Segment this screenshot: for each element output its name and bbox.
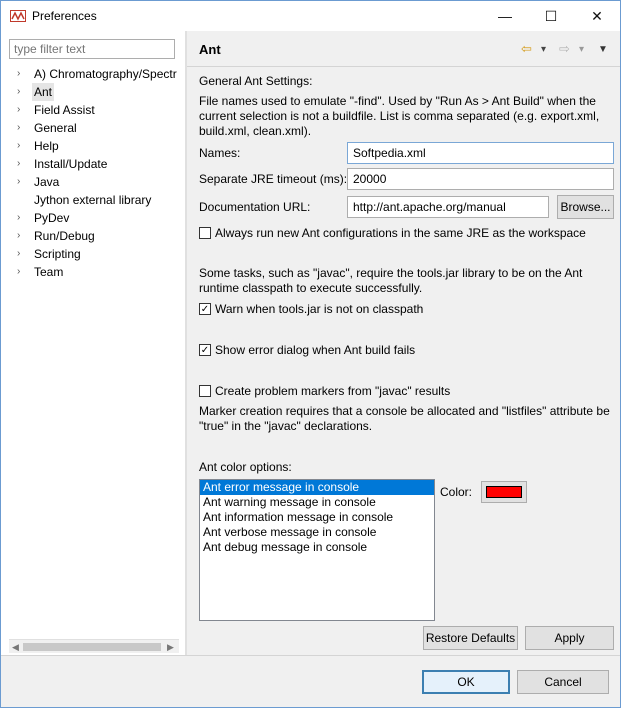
- footer-separator: [1, 655, 620, 656]
- sidebar-item-label: Run/Debug: [34, 229, 95, 243]
- documentation-url-input[interactable]: [347, 196, 549, 218]
- preference-tree: › A) Chromatography/Spectr › Ant › Field Assi…: [9, 65, 177, 639]
- forward-arrow-icon[interactable]: ⇨: [559, 41, 570, 57]
- back-dropdown-icon[interactable]: ▾: [541, 44, 546, 55]
- color-option-item[interactable]: Ant debug message in console: [200, 540, 434, 555]
- chevron-right-icon[interactable]: ›: [17, 263, 27, 281]
- chevron-right-icon[interactable]: ›: [17, 173, 27, 191]
- chevron-right-icon[interactable]: ›: [17, 65, 27, 83]
- color-picker-button[interactable]: [481, 481, 527, 503]
- back-arrow-icon[interactable]: ⇦: [521, 41, 532, 57]
- sidebar-item-label: General: [34, 121, 77, 135]
- apply-button[interactable]: Apply: [525, 626, 614, 650]
- sidebar-item-label: Java: [34, 175, 60, 189]
- marker-description-line-1: Marker creation requires that a console …: [199, 404, 610, 418]
- maximize-button[interactable]: ☐: [528, 1, 574, 31]
- sidebar-item-label: Help: [34, 139, 59, 153]
- chevron-right-icon[interactable]: ›: [17, 209, 27, 227]
- tools-description-line-1: Some tasks, such as "javac", require the…: [199, 266, 583, 280]
- warn-tools-label: Warn when tools.jar is not on classpath: [215, 302, 424, 316]
- chevron-right-icon[interactable]: ›: [17, 137, 27, 155]
- close-button[interactable]: ✕: [574, 1, 620, 31]
- find-description-line-1: File names used to emulate "-find". Used…: [199, 94, 596, 108]
- chevron-right-icon[interactable]: ›: [17, 119, 27, 137]
- show-error-label: Show error dialog when Ant build fails: [215, 343, 416, 357]
- names-label: Names:: [199, 146, 241, 160]
- chevron-right-icon[interactable]: ›: [17, 101, 27, 119]
- sidebar-item[interactable]: › General: [9, 119, 177, 137]
- problem-markers-label: Create problem markers from "javac" resu…: [215, 384, 451, 398]
- sidebar-item[interactable]: › Team: [9, 263, 177, 281]
- page-title: Ant: [199, 42, 221, 57]
- chevron-right-icon[interactable]: ›: [17, 155, 27, 173]
- app-icon: [10, 10, 26, 22]
- checkbox-checked-icon[interactable]: ✓: [199, 303, 211, 315]
- sidebar-item-label: Jython external library: [34, 193, 152, 207]
- color-option-item[interactable]: Ant verbose message in console: [200, 525, 434, 540]
- chevron-right-icon[interactable]: ›: [17, 83, 27, 101]
- preferences-sidebar: › A) Chromatography/Spectr › Ant › Field Assi…: [1, 31, 185, 655]
- preferences-window: Preferences — ☐ ✕ › A) Chromatography/Spe…: [0, 0, 621, 708]
- sidebar-item[interactable]: › Help: [9, 137, 177, 155]
- sidebar-item[interactable]: › Ant: [9, 83, 177, 101]
- preference-page: Ant ⇦ ▾ ⇨ ▾ ▼ General Ant Settings: File…: [187, 31, 620, 655]
- chevron-right-icon[interactable]: ›: [17, 227, 27, 245]
- scrollbar-thumb[interactable]: [23, 643, 161, 651]
- sidebar-item-label: A) Chromatography/Spectr: [34, 67, 177, 81]
- always-run-label: Always run new Ant configurations in the…: [215, 226, 586, 240]
- sidebar-item[interactable]: › A) Chromatography/Spectr: [9, 65, 177, 83]
- filter-input[interactable]: [9, 39, 175, 59]
- scroll-left-icon[interactable]: ◀: [12, 640, 19, 654]
- general-settings-label: General Ant Settings:: [199, 74, 313, 88]
- sidebar-item-label: Ant: [32, 83, 55, 101]
- names-input[interactable]: [347, 142, 614, 164]
- sidebar-horizontal-scrollbar[interactable]: ◀ ▶: [9, 639, 179, 653]
- documentation-url-label: Documentation URL:: [199, 200, 311, 214]
- sidebar-item[interactable]: › Install/Update: [9, 155, 177, 173]
- cancel-button[interactable]: Cancel: [517, 670, 609, 694]
- window-title: Preferences: [32, 9, 97, 23]
- color-option-item[interactable]: Ant warning message in console: [200, 495, 434, 510]
- ok-button[interactable]: OK: [422, 670, 510, 694]
- sidebar-item-label: Scripting: [34, 247, 81, 261]
- header-separator: [187, 66, 620, 67]
- restore-defaults-button[interactable]: Restore Defaults: [423, 626, 518, 650]
- jre-timeout-label: Separate JRE timeout (ms):: [199, 172, 348, 186]
- browse-button[interactable]: Browse...: [557, 195, 614, 219]
- sidebar-item-label: Install/Update: [34, 157, 108, 171]
- sidebar-item[interactable]: › Run/Debug: [9, 227, 177, 245]
- color-options-list[interactable]: Ant error message in console Ant warning …: [199, 479, 435, 621]
- color-options-label: Ant color options:: [199, 460, 292, 474]
- minimize-button[interactable]: —: [482, 1, 528, 31]
- marker-description-line-2: "true" in the "javac" declarations.: [199, 419, 373, 433]
- checkbox-box[interactable]: [199, 385, 211, 397]
- sidebar-item[interactable]: › Java: [9, 173, 177, 191]
- jre-timeout-input[interactable]: [347, 168, 614, 190]
- sidebar-item[interactable]: › PyDev: [9, 209, 177, 227]
- sidebar-item-label: PyDev: [34, 211, 70, 225]
- find-description-line-2: current selection is not a buildfile. Li…: [199, 109, 600, 123]
- tools-description-line-2: runtime classpath to execute successfull…: [199, 281, 423, 295]
- find-description-line-3: build.xml, clean.xml).: [199, 124, 312, 138]
- chevron-right-icon[interactable]: ›: [17, 245, 27, 263]
- checkbox-box[interactable]: [199, 227, 211, 239]
- scroll-right-icon[interactable]: ▶: [167, 640, 174, 654]
- color-option-item[interactable]: Ant error message in console: [200, 480, 434, 495]
- color-swatch: [486, 486, 522, 498]
- color-label: Color:: [440, 485, 473, 499]
- sidebar-item-label: Team: [34, 265, 64, 279]
- checkbox-checked-icon[interactable]: ✓: [199, 344, 211, 356]
- sidebar-item[interactable]: › Field Assist: [9, 101, 177, 119]
- forward-dropdown-icon[interactable]: ▾: [579, 44, 584, 55]
- dialog-client-area: › A) Chromatography/Spectr › Ant › Field Assi…: [1, 31, 620, 707]
- view-menu-icon[interactable]: ▼: [598, 44, 608, 55]
- sidebar-item[interactable]: › Scripting: [9, 245, 177, 263]
- sidebar-item-label: Field Assist: [34, 103, 95, 117]
- sidebar-item[interactable]: Jython external library: [9, 191, 177, 209]
- title-bar: Preferences — ☐ ✕: [1, 1, 620, 31]
- color-option-item[interactable]: Ant information message in console: [200, 510, 434, 525]
